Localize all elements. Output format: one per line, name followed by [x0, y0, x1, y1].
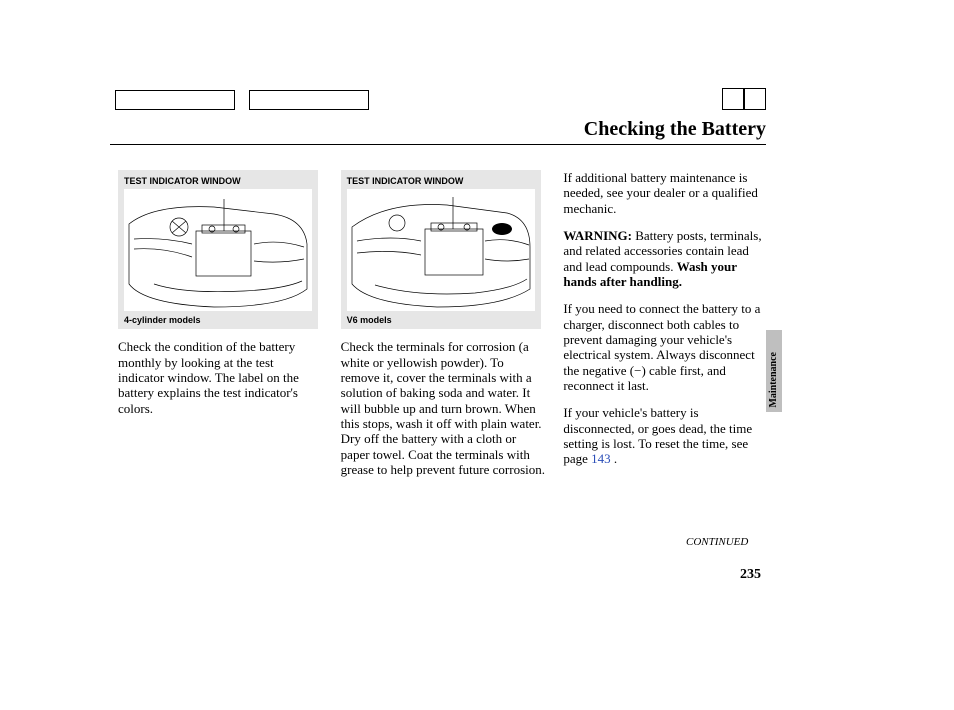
column-1: TEST INDICATOR WINDOW [118, 170, 323, 489]
registration-marks [115, 90, 369, 110]
col3-para-1: If additional battery maintenance is nee… [563, 170, 768, 216]
corner-box-1 [722, 88, 744, 110]
col1-para-1: Check the condition of the battery month… [118, 339, 323, 416]
page-number: 235 [740, 567, 761, 583]
mark-box-2 [249, 90, 369, 110]
title-rule [110, 144, 766, 145]
col3-p4b: . [611, 451, 618, 466]
figure-1-caption: 4-cylinder models [124, 315, 312, 326]
figure-1-art [124, 189, 312, 311]
figure-2: TEST INDICATOR WINDOW [341, 170, 541, 329]
engine-v6-illustration [347, 189, 535, 311]
col3-para-4: If your vehicle's battery is disconnecte… [563, 405, 768, 466]
page-ref-link[interactable]: 143 [591, 451, 611, 466]
col3-warning: WARNING: Battery posts, terminals, and r… [563, 228, 768, 289]
figure-2-label: TEST INDICATOR WINDOW [347, 176, 535, 187]
warning-label: WARNING: [563, 228, 632, 243]
corner-box-2 [744, 88, 766, 110]
continued-label: CONTINUED [686, 536, 748, 548]
figure-2-caption: V6 models [347, 315, 535, 326]
col3-para-3: If you need to connect the battery to a … [563, 301, 768, 393]
engine-4cyl-illustration [124, 189, 312, 311]
column-3: If additional battery maintenance is nee… [563, 170, 768, 489]
corner-marks [722, 88, 766, 110]
figure-2-art [347, 189, 535, 311]
side-tab-label: Maintenance [768, 352, 779, 408]
content-columns: TEST INDICATOR WINDOW [118, 170, 768, 489]
figure-1-label: TEST INDICATOR WINDOW [124, 176, 312, 187]
mark-box-1 [115, 90, 235, 110]
col2-para-1: Check the terminals for corrosion (a whi… [341, 339, 546, 477]
page-title: Checking the Battery [110, 118, 766, 145]
column-2: TEST INDICATOR WINDOW [341, 170, 546, 489]
figure-1: TEST INDICATOR WINDOW [118, 170, 318, 329]
